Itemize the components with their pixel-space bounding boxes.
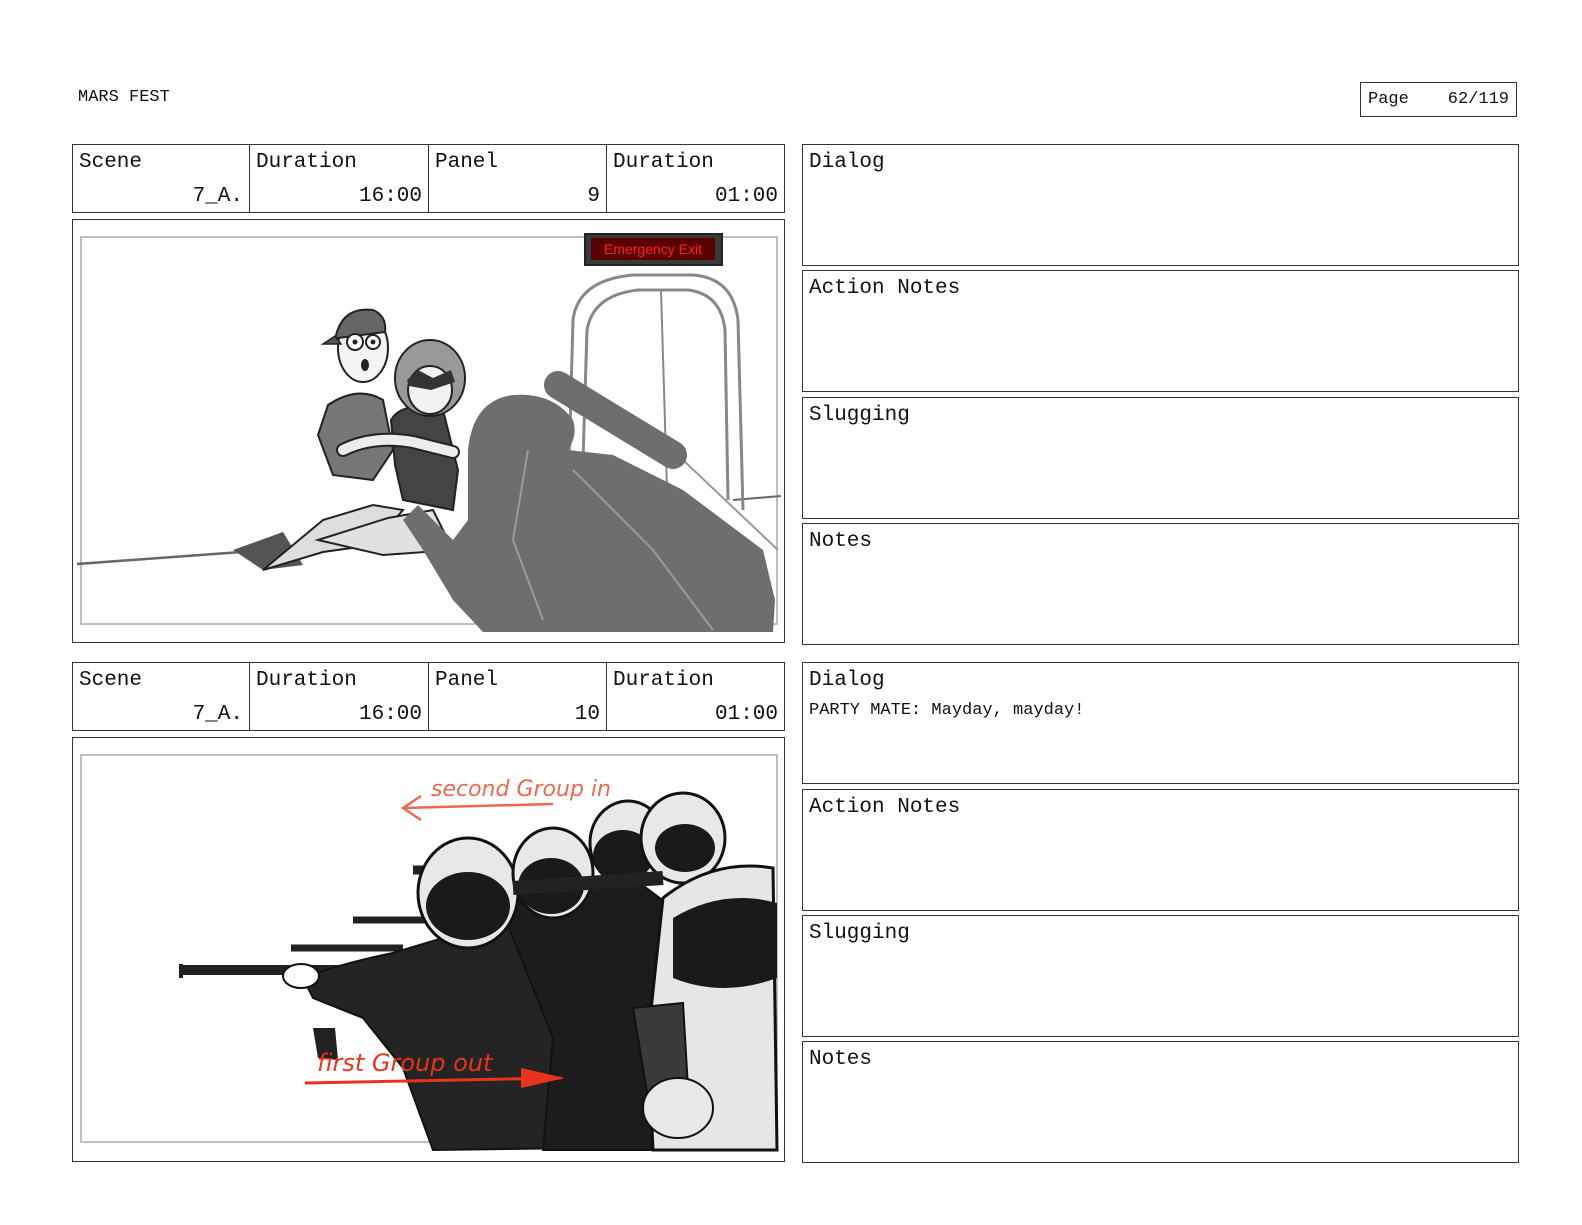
dialog-text: PARTY MATE: Mayday, mayday!	[809, 701, 1085, 720]
panel-value: 9	[587, 185, 600, 208]
scene-cell: Scene 7_A.	[72, 662, 250, 731]
panel-label: Panel	[435, 669, 499, 692]
annotation-second-group: second Group in	[431, 777, 611, 802]
action-notes-box[interactable]: Action Notes	[802, 789, 1519, 911]
panel-9-sketch: Emergency Exit	[76, 233, 782, 632]
scene-label: Scene	[79, 151, 143, 174]
scene-duration-value: 16:00	[358, 703, 422, 726]
scene-label: Scene	[79, 669, 143, 692]
slugging-label: Slugging	[809, 922, 910, 945]
exit-sign-text: Emergency Exit	[604, 241, 702, 257]
scene-duration-label: Duration	[256, 669, 357, 692]
slugging-box[interactable]: Slugging	[802, 397, 1519, 519]
panel-duration-cell: Duration 01:00	[606, 662, 785, 731]
action-notes-label: Action Notes	[809, 277, 961, 300]
notes-box[interactable]: Notes	[802, 523, 1519, 645]
scene-duration-cell: Duration 16:00	[249, 662, 429, 731]
panel-duration-label: Duration	[613, 151, 714, 174]
dialog-label: Dialog	[809, 151, 885, 174]
storyboard-frame-panel-9: Emergency Exit	[72, 219, 785, 643]
page-number: 62/119	[1447, 90, 1509, 109]
notes-box[interactable]: Notes	[802, 1041, 1519, 1163]
project-title: MARS FEST	[78, 88, 170, 107]
scene-value: 7_A.	[192, 185, 243, 208]
panel-cell: Panel 10	[428, 662, 607, 731]
scene-duration-label: Duration	[256, 151, 357, 174]
panel-duration-value: 01:00	[714, 185, 778, 208]
panel-duration-label: Duration	[613, 669, 714, 692]
scene-duration-cell: Duration 16:00	[249, 144, 429, 213]
notes-label: Notes	[809, 1048, 873, 1071]
page-label: Page	[1368, 90, 1409, 109]
panel-label: Panel	[435, 151, 499, 174]
action-notes-label: Action Notes	[809, 796, 961, 819]
annotation-first-group: first Group out	[317, 1049, 494, 1077]
slugging-box[interactable]: Slugging	[802, 915, 1519, 1037]
storyboard-frame-panel-10: second Group in first Group out	[72, 737, 785, 1162]
action-notes-box[interactable]: Action Notes	[802, 270, 1519, 392]
dialog-box[interactable]: Dialog PARTY MATE: Mayday, mayday!	[802, 662, 1519, 784]
panel-cell: Panel 9	[428, 144, 607, 213]
panel-value: 10	[574, 703, 600, 726]
dialog-box[interactable]: Dialog	[802, 144, 1519, 266]
dialog-label: Dialog	[809, 669, 885, 692]
page-indicator: Page 62/119	[1360, 82, 1517, 117]
notes-label: Notes	[809, 530, 873, 553]
scene-cell: Scene 7_A.	[72, 144, 250, 213]
panel-duration-cell: Duration 01:00	[606, 144, 785, 213]
panel-duration-value: 01:00	[714, 703, 778, 726]
panel-10-sketch: second Group in first Group out	[80, 754, 779, 1152]
scene-duration-value: 16:00	[358, 185, 422, 208]
scene-value: 7_A.	[192, 703, 243, 726]
slugging-label: Slugging	[809, 404, 910, 427]
